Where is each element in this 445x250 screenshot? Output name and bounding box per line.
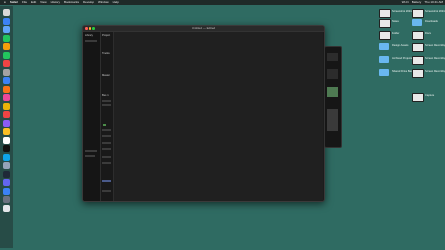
sidebar[interactable]: Library	[83, 32, 101, 201]
track-item[interactable]	[102, 162, 111, 164]
track-label: Bus 1	[102, 94, 109, 97]
apple-icon[interactable]: ●	[4, 0, 6, 5]
folder-icon	[412, 19, 422, 26]
dock-app-icon[interactable]	[3, 187, 10, 195]
clock[interactable]: Thu 10:41 AM	[424, 0, 443, 5]
track-item[interactable]	[102, 104, 111, 106]
dock-app-icon[interactable]	[3, 119, 10, 127]
dock-app-icon[interactable]	[3, 170, 10, 178]
sidebar-item[interactable]	[85, 155, 95, 157]
dock-app-icon[interactable]	[3, 179, 10, 186]
screenshot-icon	[412, 43, 424, 52]
track-label: Master	[102, 74, 110, 77]
screenshot-icon	[379, 19, 391, 28]
screenshot-icon	[379, 9, 391, 18]
track-item[interactable]	[102, 129, 111, 131]
status-area: Wi-Fi Battery Thu 10:41 AM	[402, 0, 443, 5]
dock-app-icon[interactable]	[3, 145, 10, 152]
track-item[interactable]	[102, 148, 111, 150]
panel-block	[327, 69, 338, 79]
battery-icon[interactable]: Battery	[412, 0, 422, 5]
menu-history[interactable]: History	[51, 0, 60, 5]
dock-app-icon[interactable]	[3, 17, 10, 25]
screenshot-icon	[412, 93, 424, 102]
folder-icon	[379, 69, 389, 76]
desktop-item-label: Screen Recording 2024 (2)	[425, 57, 445, 60]
track-label: Tracks	[102, 52, 110, 55]
app-window[interactable]: Untitled — Edited Library Project Tracks…	[82, 25, 325, 202]
dock-app-icon[interactable]	[3, 136, 10, 144]
dock-app-icon[interactable]	[3, 153, 10, 161]
screenshot-icon	[412, 69, 424, 78]
dock-app-icon[interactable]	[3, 60, 10, 67]
dock-app-icon[interactable]	[3, 26, 10, 33]
menu-bookmarks[interactable]: Bookmarks	[64, 0, 79, 5]
menu-view[interactable]: View	[40, 0, 46, 5]
menu-help[interactable]: Help	[113, 0, 119, 5]
panel-block	[327, 109, 338, 131]
dock-app-icon[interactable]	[3, 34, 10, 42]
dock-app-icon[interactable]	[3, 111, 10, 118]
dock-app-icon[interactable]	[3, 68, 10, 76]
desktop-item-label: Archived Projects	[392, 57, 413, 60]
desktop-item-label: Docs	[425, 32, 431, 35]
dock-app-icon[interactable]	[3, 94, 10, 101]
preview-thumbnail[interactable]	[327, 87, 338, 97]
desktop-item-label: Folder	[392, 32, 400, 35]
track-label: Project	[102, 34, 111, 37]
main-content[interactable]: Project Tracks Master Bus 1	[101, 32, 323, 201]
desktop-item-label: Notes	[392, 20, 399, 23]
wifi-icon[interactable]: Wi-Fi	[402, 0, 409, 5]
track-list[interactable]: Project Tracks Master Bus 1	[101, 32, 114, 201]
screenshot-icon	[412, 31, 424, 40]
dock-app-icon[interactable]	[3, 51, 10, 59]
dock-app-icon[interactable]	[3, 85, 10, 93]
level-meter	[103, 124, 106, 126]
sidebar-item[interactable]	[85, 40, 97, 42]
screenshot-icon	[412, 56, 424, 65]
menu-window[interactable]: Window	[98, 0, 109, 5]
desktop-item-label: Screen Recording 2024 (3)	[425, 70, 445, 73]
dock-app-icon[interactable]	[3, 196, 10, 203]
desktop-item-label: Design Assets	[392, 44, 409, 47]
track-item[interactable]	[102, 135, 111, 137]
screenshot-icon	[379, 31, 391, 40]
selected-track[interactable]	[102, 180, 111, 182]
dock	[0, 6, 13, 248]
folder-icon	[379, 43, 389, 50]
dock-app-icon[interactable]	[3, 102, 10, 110]
menu-app-name[interactable]: Safari	[10, 0, 18, 5]
dock-app-icon[interactable]	[3, 9, 10, 16]
desktop-item-label: Screen Recording 2024	[425, 44, 445, 47]
dock-app-icon[interactable]	[3, 204, 10, 212]
sidebar-label: Library	[85, 34, 93, 37]
sidebar-item[interactable]	[85, 150, 97, 152]
menu-edit[interactable]: Edit	[31, 0, 36, 5]
track-item[interactable]	[102, 156, 111, 158]
track-item[interactable]	[102, 190, 111, 192]
window-title: Untitled — Edited	[191, 26, 216, 30]
dock-app-icon[interactable]	[3, 43, 10, 50]
desktop-item-label: Screenshot 2024-...	[425, 10, 445, 13]
dock-app-icon[interactable]	[3, 128, 10, 135]
menu-file[interactable]: File	[22, 0, 27, 5]
track-item[interactable]	[102, 142, 111, 144]
desktop-item-label: Capture	[425, 94, 435, 97]
menu-bar: ● Safari File Edit View History Bookmark…	[0, 0, 445, 5]
secondary-window[interactable]	[324, 46, 342, 148]
dock-app-icon[interactable]	[3, 162, 10, 169]
screenshot-icon	[412, 9, 424, 18]
desktop-item-label: Downloads	[425, 20, 438, 23]
track-item[interactable]	[102, 100, 111, 102]
panel-block	[327, 53, 338, 61]
dock-app-icon[interactable]	[3, 77, 10, 84]
menu-develop[interactable]: Develop	[83, 0, 94, 5]
folder-icon	[379, 56, 389, 63]
